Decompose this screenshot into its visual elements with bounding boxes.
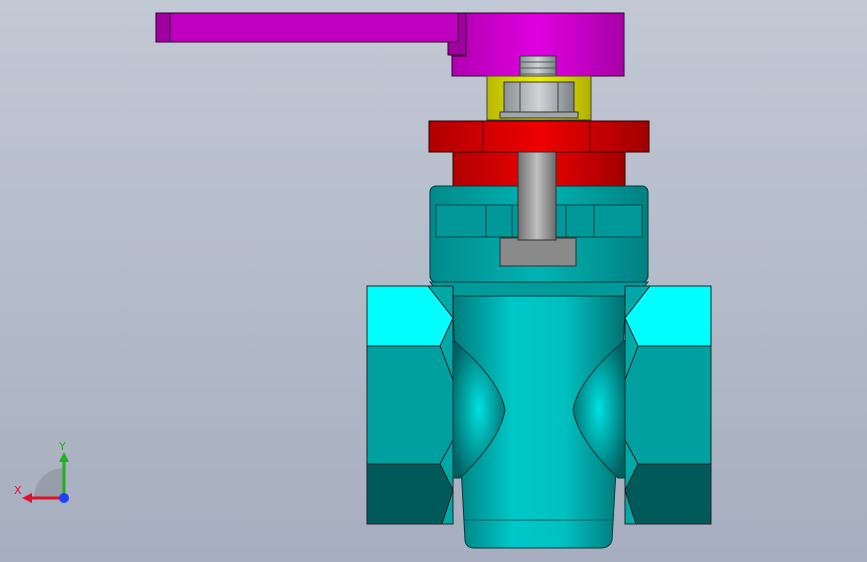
y-axis-label: Y xyxy=(58,440,66,453)
z-axis-dot xyxy=(59,493,69,503)
graphics-viewport[interactable]: Y X xyxy=(0,0,867,562)
reference-triad[interactable]: Y X xyxy=(12,440,76,510)
stem[interactable] xyxy=(517,151,557,241)
valve-3d-model[interactable] xyxy=(0,0,867,562)
x-axis-label: X xyxy=(14,484,22,497)
stem-nut[interactable] xyxy=(499,81,579,119)
